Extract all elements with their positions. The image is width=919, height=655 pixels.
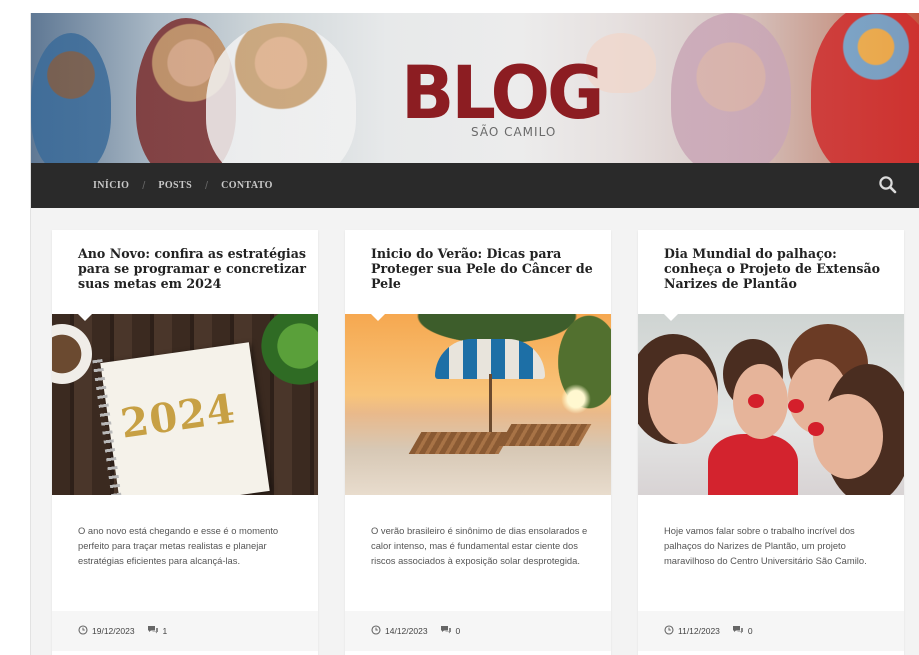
nav-separator: / <box>142 179 146 192</box>
post-date: 19/12/2023 <box>78 625 135 637</box>
plant-shape <box>258 314 318 394</box>
post-date: 14/12/2023 <box>371 625 428 637</box>
nav-item-inicio[interactable]: INÍCIO <box>93 180 129 191</box>
post-comments[interactable]: 1 <box>147 625 168 637</box>
post-thumbnail[interactable] <box>345 314 611 495</box>
thumbnail-image-beach <box>345 314 611 495</box>
thumbnail-image-clowns <box>638 314 904 495</box>
red-nose-shape <box>788 399 804 413</box>
nav-separator: / <box>205 179 209 192</box>
shirt-shape <box>708 434 798 495</box>
post-card: Dia Mundial do palhaço: conheça o Projet… <box>638 230 904 655</box>
post-comments-count: 0 <box>747 626 753 636</box>
thumbnail-notch <box>664 314 678 321</box>
beach-chair-shape <box>498 424 592 446</box>
post-thumbnail[interactable] <box>638 314 904 495</box>
post-excerpt: O verão brasileiro é sinônimo de dias en… <box>371 525 588 566</box>
red-nose-shape <box>748 394 764 408</box>
post-excerpt: Hoje vamos falar sobre o trabalho incrív… <box>664 525 867 566</box>
banner-photo-person <box>671 13 791 163</box>
header-banner[interactable]: BLOG SÃO CAMILO <box>31 13 919 163</box>
nav-item-posts[interactable]: POSTS <box>158 180 192 191</box>
comment-icon <box>732 625 744 637</box>
logo-subtitle: SÃO CAMILO <box>471 125 557 139</box>
sun-shape <box>561 384 591 414</box>
post-card: Inicio do Verão: Dicas para Proteger sua… <box>345 230 611 655</box>
red-nose-shape <box>808 422 824 436</box>
face-shape <box>813 394 883 479</box>
post-comments-count: 1 <box>162 626 168 636</box>
comment-icon <box>440 625 452 637</box>
search-icon[interactable] <box>878 175 898 195</box>
post-comments-count: 0 <box>455 626 461 636</box>
post-date-text: 14/12/2023 <box>385 626 428 636</box>
thumbnail-notch <box>78 314 92 321</box>
post-title[interactable]: Inicio do Verão: Dicas para Proteger sua… <box>371 246 601 291</box>
post-meta: 11/12/2023 0 <box>638 611 904 651</box>
post-thumbnail[interactable]: 2024 <box>52 314 318 495</box>
banner-photo-person <box>206 23 356 163</box>
notepad-shape: 2024 <box>100 342 270 495</box>
post-title[interactable]: Dia Mundial do palhaço: conheça o Projet… <box>664 246 894 291</box>
site-logo[interactable]: BLOG SÃO CAMILO <box>401 51 604 148</box>
thumbnail-image-notepad-2024: 2024 <box>52 314 318 495</box>
post-card: Ano Novo: confira as estratégias para se… <box>52 230 318 655</box>
palm-leaves-shape <box>541 314 611 434</box>
comment-icon <box>147 625 159 637</box>
post-date-text: 19/12/2023 <box>92 626 135 636</box>
banner-photo-person <box>31 33 111 163</box>
site-wrapper: BLOG SÃO CAMILO INÍCIO / POSTS / CONTATO… <box>30 13 919 655</box>
post-date: 11/12/2023 <box>664 625 720 637</box>
main-nav: INÍCIO / POSTS / CONTATO <box>31 163 919 208</box>
clock-icon <box>664 625 674 637</box>
clock-icon <box>78 625 88 637</box>
nav-menu: INÍCIO / POSTS / CONTATO <box>93 163 273 208</box>
post-title[interactable]: Ano Novo: confira as estratégias para se… <box>78 246 308 291</box>
post-comments[interactable]: 0 <box>440 625 461 637</box>
post-meta: 14/12/2023 0 <box>345 611 611 651</box>
banner-photo-person <box>811 13 919 163</box>
clock-icon <box>371 625 381 637</box>
logo-title: BLOG <box>401 49 604 137</box>
post-excerpt: O ano novo está chegando e esse é o mome… <box>78 525 279 566</box>
coffee-cup-shape <box>52 324 92 384</box>
beach-chair-shape <box>408 432 512 454</box>
post-date-text: 11/12/2023 <box>678 626 720 636</box>
notepad-year-text: 2024 <box>117 385 239 448</box>
thumbnail-notch <box>371 314 385 321</box>
umbrella-shape <box>435 339 545 379</box>
post-meta: 19/12/2023 1 <box>52 611 318 651</box>
post-comments[interactable]: 0 <box>732 625 753 637</box>
face-shape <box>648 354 718 444</box>
nav-item-contato[interactable]: CONTATO <box>221 180 273 191</box>
